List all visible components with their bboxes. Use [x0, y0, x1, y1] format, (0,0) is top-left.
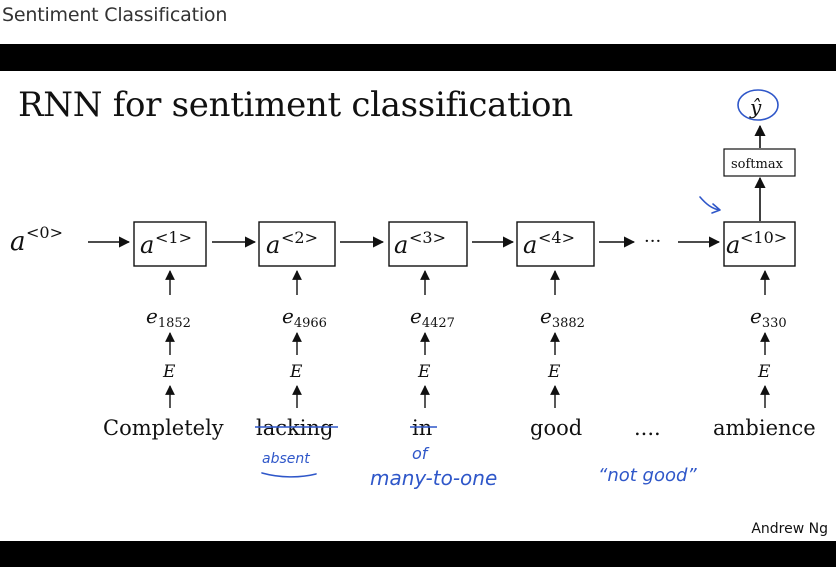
word-1: Completely: [103, 416, 224, 440]
cell-sup: <10>: [740, 228, 787, 247]
cell-sup: <4>: [538, 228, 575, 247]
output-y-hat: ŷ: [749, 95, 762, 119]
cell-sup: <2>: [281, 228, 318, 247]
rnn-cell-2: a <2>: [258, 221, 336, 267]
word-10: ambience: [713, 416, 816, 440]
cell-a: a: [726, 231, 740, 259]
a0-sup: <0>: [26, 223, 63, 242]
E-label: E: [547, 362, 561, 382]
E-label: E: [162, 362, 176, 382]
handwritten-annotations: absent of many-to-one “not good”: [261, 444, 697, 490]
embedding-e4: e3882: [540, 304, 585, 331]
pointer-ink-mark: [699, 196, 721, 214]
embedding-e3: e4427: [410, 304, 455, 331]
a0-base: a: [10, 227, 26, 257]
embedding-vectors: e1852 e4966 e4427 e3882 e330: [146, 304, 787, 331]
embedding-matrix-labels: E E E E E: [162, 362, 771, 382]
rnn-cell-1: a <1>: [133, 221, 207, 267]
cell-sup: <3>: [409, 228, 446, 247]
annotation-absent: absent: [262, 451, 310, 467]
word-4: good: [530, 416, 582, 440]
embedding-e1: e1852: [146, 304, 191, 331]
ellipsis-between: ···: [644, 231, 661, 252]
slide-footer: Andrew Ng: [751, 521, 828, 537]
E-label: E: [417, 362, 431, 382]
input-arrows: [165, 270, 770, 408]
E-label: E: [289, 362, 303, 382]
annotation-many-to-one: many-to-one: [370, 466, 497, 490]
video-title: Sentiment Classification: [2, 4, 228, 26]
cell-a: a: [394, 231, 408, 259]
input-words: Completely lacking in good .... ambience: [103, 416, 816, 440]
embedding-e10: e330: [750, 304, 787, 331]
embedding-e2: e4966: [282, 304, 327, 331]
word-2: lacking: [256, 416, 333, 440]
annotation-of: of: [412, 444, 430, 463]
word-ellipsis: ....: [634, 416, 661, 440]
slide: RNN for sentiment classification a <0> ·…: [0, 71, 836, 541]
rnn-diagram: a <0> ··· a <1> a <2> a <3> a <4> a <10>…: [10, 89, 816, 490]
annotation-underline: [261, 472, 317, 478]
softmax-label: softmax: [731, 157, 784, 172]
rnn-cell-10: a <10>: [723, 221, 796, 267]
letterbox-top: [0, 44, 836, 71]
E-label: E: [757, 362, 771, 382]
video-title-bar: Sentiment Classification: [0, 0, 836, 44]
word-3: in: [412, 416, 432, 440]
cell-a: a: [523, 231, 537, 259]
cell-sup: <1>: [155, 228, 192, 247]
initial-activation: a <0>: [10, 223, 63, 257]
cell-a: a: [140, 231, 154, 259]
letterbox-bottom: [0, 541, 836, 567]
cell-a: a: [266, 231, 280, 259]
rnn-cell-3: a <3>: [388, 221, 468, 267]
rnn-cell-4: a <4>: [516, 221, 595, 267]
annotation-not-good: “not good”: [598, 465, 697, 486]
